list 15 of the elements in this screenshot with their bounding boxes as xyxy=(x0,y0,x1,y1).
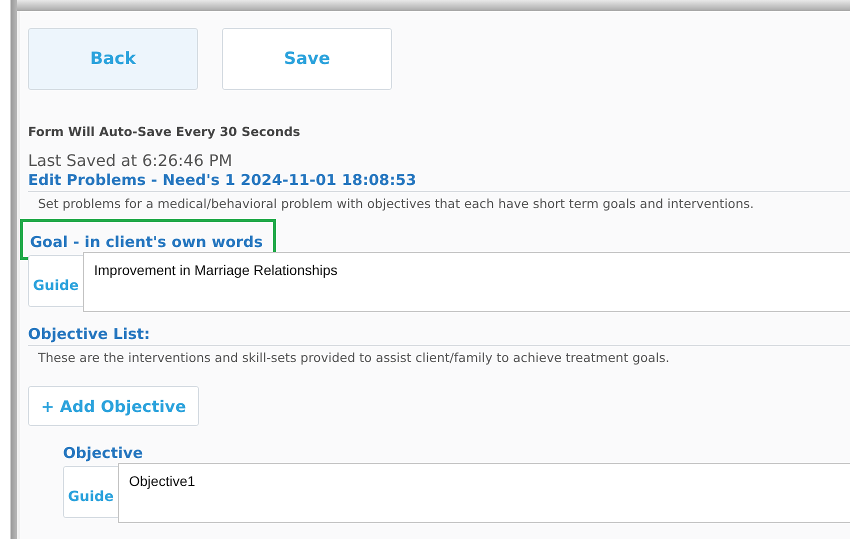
last-saved-text: Last Saved at 6:26:46 PM xyxy=(28,151,234,170)
text-area[interactable]: Improvement in Marriage Relationships xyxy=(83,252,850,312)
nav-button[interactable]: Save xyxy=(222,28,392,90)
section-heading: Objective List: xyxy=(28,325,150,343)
guide-button[interactable]: Guide xyxy=(63,466,118,518)
goal-label: Goal - in client's own words xyxy=(30,233,263,251)
text-area[interactable]: Objective1 xyxy=(118,463,850,523)
guide-button[interactable]: Guide xyxy=(28,255,83,307)
section-description: These are the interventions and skill-sets provided to assist client/family to achieve treatment goals. xyxy=(37,349,671,365)
autosave-note: Form Will Auto-Save Every 30 Seconds xyxy=(28,124,302,139)
add-objective-button[interactable]: + Add Objective xyxy=(28,386,199,426)
section-heading: Edit Problems - Need's 1 2024-11-01 18:08:53 xyxy=(28,171,416,189)
section-description: Set problems for a medical/behavioral problem with objectives that each have short term goals and interventions. xyxy=(37,195,755,211)
nav-button[interactable]: Back xyxy=(28,28,198,90)
objective-label: Objective xyxy=(63,444,144,462)
